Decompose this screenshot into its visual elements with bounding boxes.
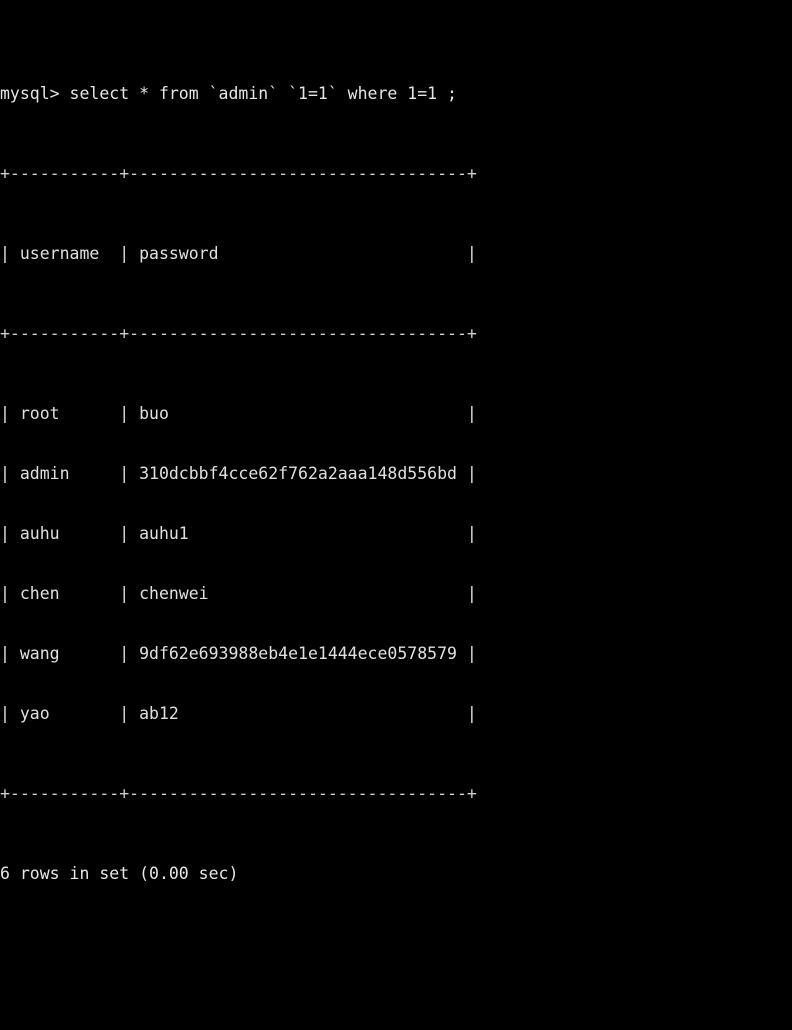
table-header-rule-1: +-----------+---------------------------… — [0, 324, 477, 343]
table-row: | root | buo | — [0, 404, 477, 423]
command-line-1[interactable]: mysql> select * from `admin` `1=1` where… — [0, 84, 792, 104]
result-status-1: 6 rows in set (0.00 sec) — [0, 864, 239, 883]
terminal-screen[interactable]: mysql> select * from `admin` `1=1` where… — [0, 0, 792, 883]
table-top-rule-1: +-----------+---------------------------… — [0, 164, 477, 183]
table-bottom-rule-1: +-----------+---------------------------… — [0, 784, 477, 803]
table-row: | wang | 9df62e693988eb4e1e1444ece057857… — [0, 644, 477, 663]
table-row: | admin | 310dcbbf4cce62f762a2aaa148d556… — [0, 464, 477, 483]
table-row: | yao | ab12 | — [0, 704, 477, 723]
table-row: | chen | chenwei | — [0, 584, 477, 603]
table-row: | auhu | auhu1 | — [0, 524, 477, 543]
table-header-row-1: | username | password | — [0, 244, 477, 263]
